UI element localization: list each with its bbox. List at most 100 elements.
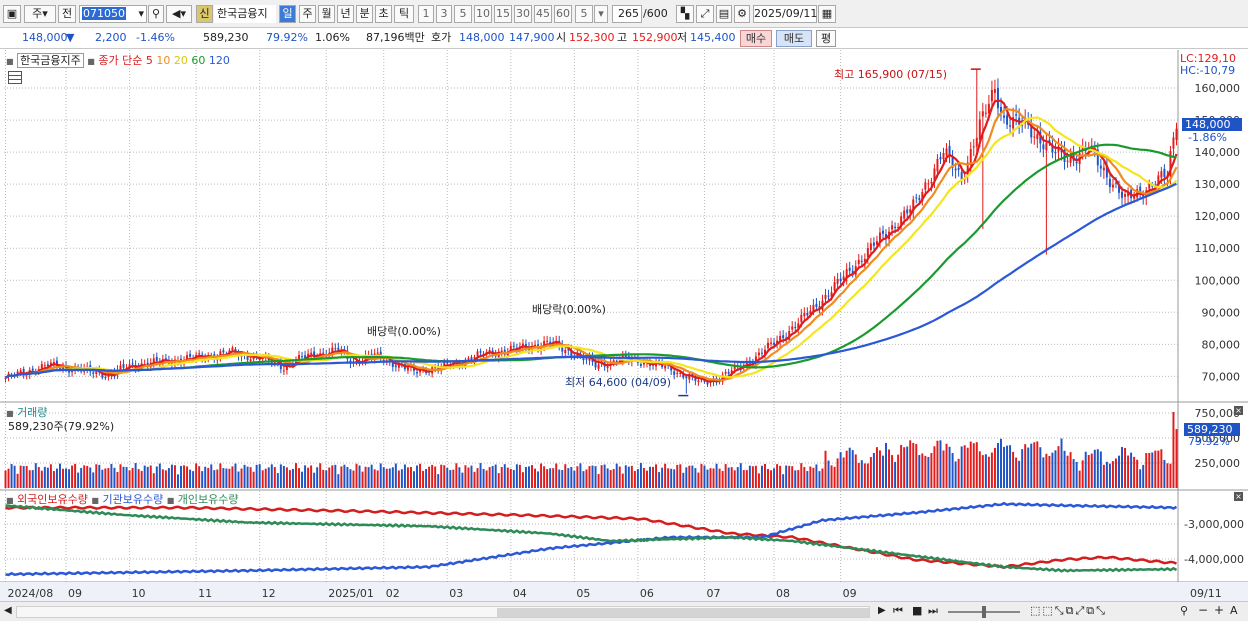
legend-ma5[interactable]: 5 (146, 54, 153, 67)
volume-bar (1099, 451, 1102, 488)
volume-bar (161, 469, 164, 488)
count-input[interactable]: 265 (612, 5, 642, 23)
holding-pane-close-icon[interactable]: × (1234, 492, 1243, 501)
sell-button[interactable]: 매도 (776, 30, 812, 47)
volume-bar (1151, 452, 1154, 488)
volume-bar (364, 466, 367, 488)
volume-bar (131, 467, 134, 488)
volume-bar (234, 463, 237, 488)
speaker-icon[interactable]: ◀▾ (166, 5, 192, 23)
period-minute[interactable]: 분 (356, 5, 373, 23)
volume-bar (1009, 445, 1012, 488)
gear-icon[interactable]: ⚙ (734, 5, 750, 23)
chart-tool-icon[interactable]: ▚ (676, 5, 694, 23)
eval-button[interactable]: 평 (816, 30, 836, 47)
first-page-icon[interactable]: ⏮ (893, 604, 903, 618)
save-icon[interactable]: ▤ (716, 5, 732, 23)
candle-body (282, 370, 285, 372)
minute-45-button[interactable]: 45 (534, 5, 552, 23)
volume-bar (1166, 463, 1169, 488)
minute-3-button[interactable]: 3 (436, 5, 452, 23)
volume-bar (751, 466, 754, 488)
legend-ma20[interactable]: 20 (174, 54, 188, 67)
legend-ma10[interactable]: 10 (156, 54, 170, 67)
grid-table-icon[interactable] (8, 71, 22, 84)
minute-60-button[interactable]: 60 (554, 5, 572, 23)
minute-30-button[interactable]: 30 (514, 5, 532, 23)
volume-bar (854, 454, 857, 488)
chart-scrollbar[interactable] (16, 606, 870, 618)
zoom-out-icon[interactable]: − (1198, 603, 1208, 617)
volume-bar (942, 450, 945, 488)
foreign-legend[interactable]: 외국인보유수량 (17, 493, 88, 506)
volume-bar (349, 469, 352, 488)
chart-area[interactable]: 70,000 80,000 90,000 100,000 110,000 120,000 1… (0, 50, 1248, 601)
scroll-left-icon[interactable]: ◀ (4, 605, 12, 616)
period-tick[interactable]: 틱 (394, 5, 414, 23)
minute-1-button[interactable]: 1 (418, 5, 434, 23)
bid-label: 호가 (431, 31, 452, 44)
minute-15-button[interactable]: 15 (494, 5, 512, 23)
volume-bar (1015, 457, 1018, 488)
buy-button[interactable]: 매수 (740, 30, 772, 47)
zoom-slider-handle[interactable] (982, 606, 986, 618)
stock-name-field[interactable]: 한국금융지 (214, 5, 276, 23)
minute-15-label: 15 (496, 7, 510, 20)
custom-period-input[interactable]: 5 (575, 5, 593, 23)
period-day[interactable]: 일 (279, 5, 296, 23)
volume-bar (1108, 463, 1111, 488)
individual-legend[interactable]: 개인보유수량 (178, 493, 239, 506)
volume-bar (225, 468, 228, 488)
period-month[interactable]: 월 (318, 5, 335, 23)
scroll-right-icon[interactable]: ▶ (878, 605, 886, 616)
candle-body (104, 377, 107, 379)
minute-5-button[interactable]: 5 (454, 5, 472, 23)
period-week[interactable]: 주 (299, 5, 316, 23)
period-year[interactable]: 년 (337, 5, 354, 23)
volume-bar (419, 463, 422, 488)
stock-code-input[interactable]: 071050 ▾ (79, 5, 147, 23)
window-icon[interactable]: ▣ (3, 5, 21, 23)
volume-bar (691, 465, 694, 488)
legend-ma-title[interactable]: 종가 단순 (98, 54, 142, 67)
volume-bar (585, 469, 588, 488)
volume-bar (464, 465, 467, 488)
high-price: 152,900 (632, 31, 678, 44)
custom-period-dropdown[interactable]: ▾ (594, 5, 608, 23)
toolbar: ▣ 주▾ 전 071050 ▾ ⚲ ◀▾ 신 한국금융지 일 주 월 년 분 초 … (0, 0, 1248, 28)
volume-bar (22, 466, 25, 488)
volume-bar (1154, 450, 1157, 488)
scroll-thumb[interactable] (497, 608, 869, 617)
search-icon[interactable]: ⚲ (148, 5, 164, 23)
legend-ma120[interactable]: 120 (209, 54, 230, 67)
volume-bar (267, 467, 270, 488)
draw-tools-icon[interactable]: ⬚⬚⤡⧉⤢⧉⤡ (1030, 604, 1107, 618)
candle-body (1124, 194, 1127, 197)
font-size-icon[interactable]: A (1230, 604, 1238, 617)
volume-bar (564, 464, 567, 488)
legend-stock-name[interactable]: 한국금융지주 (17, 53, 84, 68)
volume-bar (1160, 449, 1163, 488)
last-page-icon[interactable]: ⏭ (928, 604, 938, 618)
draw-tool-icon[interactable]: ⤢ (696, 5, 714, 23)
minute-10-button[interactable]: 10 (474, 5, 492, 23)
volume-bar (273, 467, 276, 488)
market-select[interactable]: 주▾ (24, 5, 56, 23)
volume-bar (1033, 442, 1036, 488)
volume-bar (900, 444, 903, 488)
prev-button[interactable]: 전 (58, 5, 76, 23)
legend-ma60[interactable]: 60 (191, 54, 205, 67)
institution-legend[interactable]: 기관보유수량 (102, 493, 163, 506)
stock-chart[interactable]: 70,000 80,000 90,000 100,000 110,000 120,000 1… (0, 50, 1248, 601)
stop-icon[interactable]: ■ (912, 604, 922, 617)
date-input[interactable]: 2025/09/11 (753, 5, 817, 23)
period-second[interactable]: 초 (375, 5, 392, 23)
volume-bar (830, 465, 833, 488)
volume-pane-close-icon[interactable]: × (1234, 406, 1243, 415)
candle-body (639, 364, 642, 366)
volume-bar (794, 470, 797, 488)
zoom-search-icon[interactable]: ⚲ (1180, 604, 1188, 617)
new-badge[interactable]: 신 (196, 5, 213, 23)
zoom-in-icon[interactable]: + (1214, 603, 1224, 617)
calendar-icon[interactable]: ▦ (818, 5, 836, 23)
